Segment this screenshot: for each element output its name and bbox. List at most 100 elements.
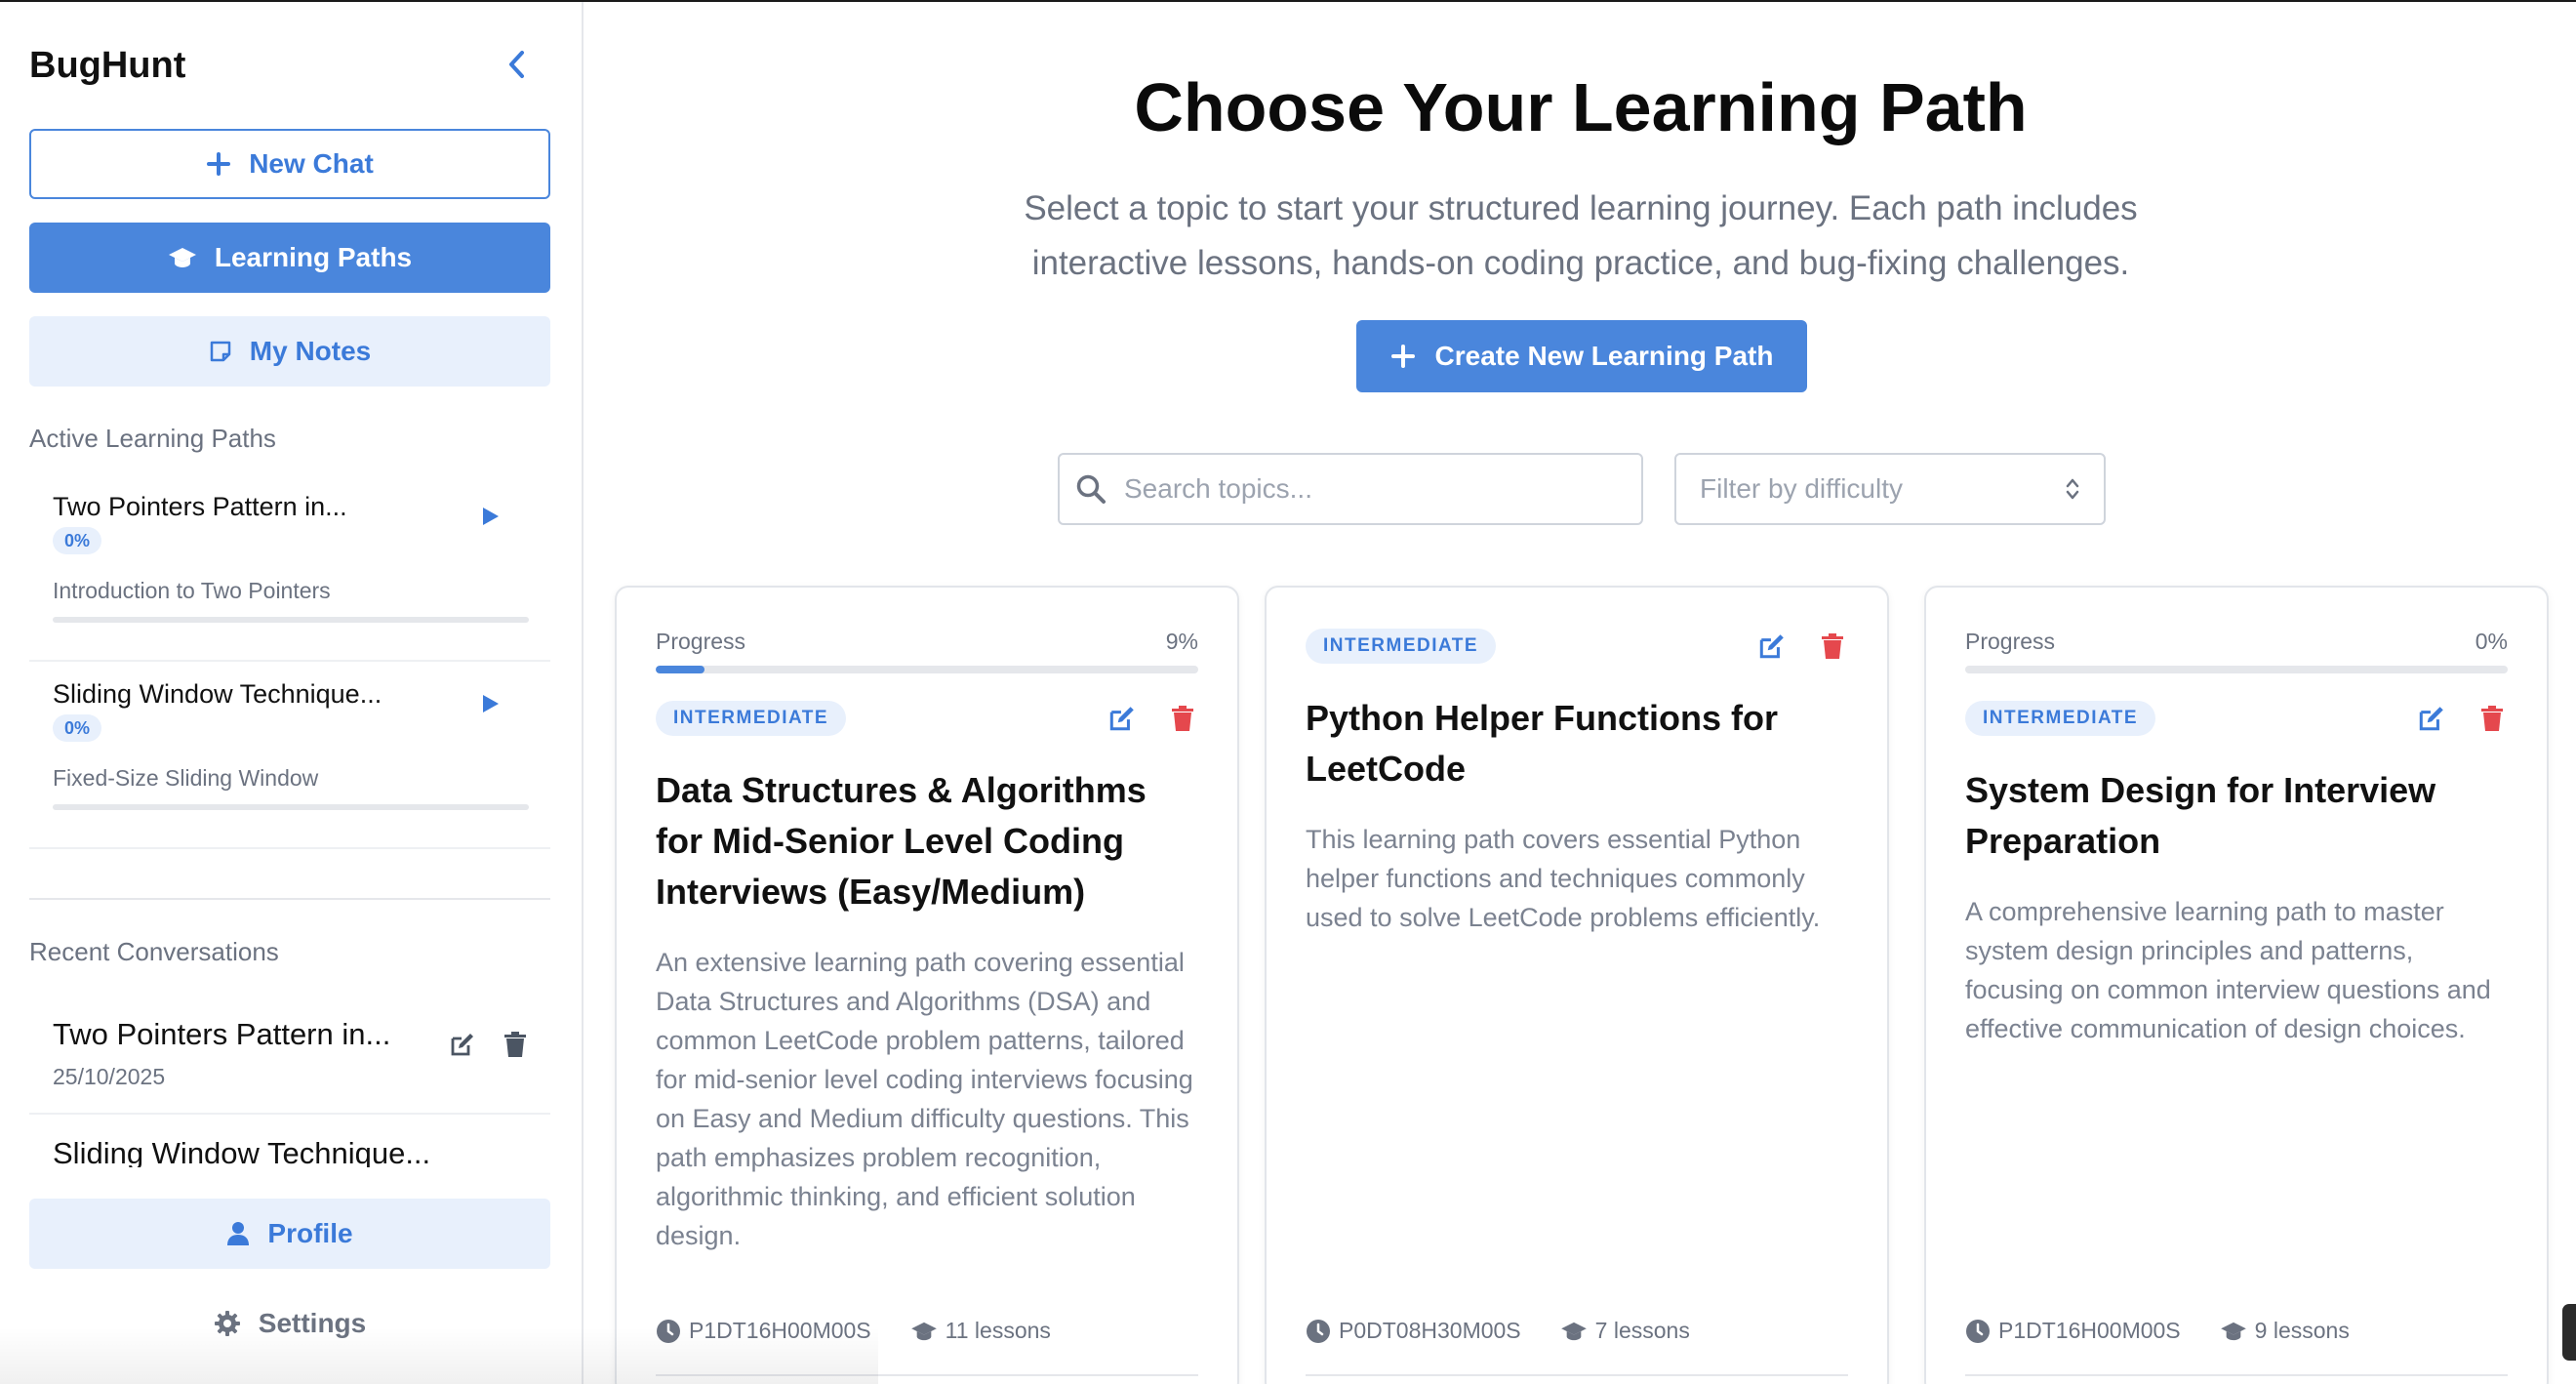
new-chat-button[interactable]: New Chat xyxy=(29,129,550,199)
main-content: Choose Your Learning Path Select a topic… xyxy=(585,2,2576,1384)
conversation-item[interactable]: Two Pointers Pattern in... 25/10/2025 xyxy=(29,996,550,1115)
active-path-progress-badge: 0% xyxy=(53,527,102,554)
my-notes-label: My Notes xyxy=(249,336,372,366)
card-divider xyxy=(1306,1374,1848,1376)
difficulty-badge: INTERMEDIATE xyxy=(1965,701,2156,736)
plus-icon xyxy=(207,152,231,176)
progress-value: 9% xyxy=(1165,629,1198,654)
active-path-item[interactable]: Sliding Window Technique... 0% Fixed-Siz… xyxy=(29,662,550,849)
delete-conversation-button[interactable] xyxy=(500,1029,531,1060)
active-path-progress-bar xyxy=(53,617,529,623)
delete-path-button[interactable] xyxy=(1167,703,1198,734)
learning-paths-label: Learning Paths xyxy=(214,242,413,272)
active-path-title: Sliding Window Technique... xyxy=(53,679,382,709)
app-brand: BugHunt xyxy=(29,45,186,86)
rename-conversation-button[interactable] xyxy=(447,1029,478,1060)
learning-path-card[interactable]: Progress 0% INTERMEDIATE System Design f… xyxy=(1924,586,2549,1384)
learning-path-card[interactable]: INTERMEDIATE Python Helper Functions for… xyxy=(1265,586,1889,1384)
new-chat-label: New Chat xyxy=(249,148,374,179)
active-path-item[interactable]: Two Pointers Pattern in... 0% Introducti… xyxy=(29,474,550,662)
card-title: Python Helper Functions for LeetCode xyxy=(1306,698,1779,789)
collapse-sidebar-button[interactable] xyxy=(500,47,535,82)
card-duration: P1DT16H00M00S xyxy=(1965,1318,2181,1344)
graduation-cap-icon xyxy=(1560,1322,1587,1340)
graduation-cap-icon xyxy=(168,248,196,267)
page-subtitle: Select a topic to start your structured … xyxy=(1024,189,2138,282)
edit-icon xyxy=(1759,634,1784,659)
edit-icon xyxy=(2419,707,2443,731)
active-paths-heading: Active Learning Paths xyxy=(29,424,276,453)
settings-label: Settings xyxy=(258,1308,367,1338)
edit-path-button[interactable] xyxy=(2416,703,2447,734)
active-path-progress-badge: 0% xyxy=(53,714,102,742)
profile-button[interactable]: Profile xyxy=(29,1199,550,1269)
note-icon xyxy=(210,341,231,362)
create-learning-path-button[interactable]: Create New Learning Path xyxy=(1356,320,1807,392)
edit-path-button[interactable] xyxy=(1107,703,1138,734)
clock-icon xyxy=(1966,1319,1990,1343)
edit-icon xyxy=(1109,707,1134,731)
learning-paths-button[interactable]: Learning Paths xyxy=(29,223,550,293)
progress-bar xyxy=(1965,666,2508,673)
conversation-date: 25/10/2025 xyxy=(53,1064,166,1089)
difficulty-badge: INTERMEDIATE xyxy=(1306,629,1497,664)
card-progress-row: Progress 0% xyxy=(1965,629,2508,655)
active-path-progress-bar xyxy=(53,804,529,810)
progress-value: 0% xyxy=(2475,629,2508,654)
difficulty-filter-placeholder: Filter by difficulty xyxy=(1700,473,1903,504)
trash-icon xyxy=(1822,633,1843,659)
learning-path-card[interactable]: Progress 9% INTERMEDIATE Data Structures… xyxy=(615,586,1239,1384)
card-lessons-text: 9 lessons xyxy=(2254,1318,2350,1343)
create-learning-path-label: Create New Learning Path xyxy=(1434,341,1774,371)
progress-bar xyxy=(656,666,1198,673)
difficulty-badge: INTERMEDIATE xyxy=(656,701,847,736)
card-description: This learning path covers essential Pyth… xyxy=(1306,825,1821,932)
card-description: An extensive learning path covering esse… xyxy=(656,948,1193,1250)
clock-icon xyxy=(1307,1319,1330,1343)
card-duration-text: P0DT08H30M00S xyxy=(1339,1318,1521,1343)
graduation-cap-icon xyxy=(2220,1322,2246,1340)
card-duration-text: P1DT16H00M00S xyxy=(689,1318,871,1343)
progress-label: Progress xyxy=(656,629,746,654)
search-icon xyxy=(1076,474,1106,504)
my-notes-button[interactable]: My Notes xyxy=(29,316,550,387)
play-icon xyxy=(483,508,499,525)
active-path-current-lesson: Introduction to Two Pointers xyxy=(53,578,331,603)
progress-label: Progress xyxy=(1965,629,2056,654)
gear-icon xyxy=(214,1311,240,1336)
card-duration: P0DT08H30M00S xyxy=(1306,1318,1521,1344)
search-box[interactable] xyxy=(1058,453,1643,525)
card-title: Data Structures & Algorithms for Mid-Sen… xyxy=(656,770,1147,912)
graduation-cap-icon xyxy=(910,1322,937,1340)
continue-path-button[interactable] xyxy=(476,502,505,531)
play-icon xyxy=(483,695,499,712)
conversation-list[interactable]: Two Pointers Pattern in... 25/10/2025 Sl… xyxy=(0,996,584,1167)
continue-path-button[interactable] xyxy=(476,689,505,718)
conversation-item[interactable]: Sliding Window Technique... xyxy=(29,1115,550,1167)
sidebar-divider xyxy=(29,898,550,900)
recent-conversations-heading: Recent Conversations xyxy=(29,937,279,966)
card-description: A comprehensive learning path to master … xyxy=(1965,897,2491,1043)
difficulty-filter-select[interactable]: Filter by difficulty xyxy=(1674,453,2106,525)
scrollbar-handle[interactable] xyxy=(2562,1304,2576,1361)
active-path-current-lesson: Fixed-Size Sliding Window xyxy=(53,765,319,791)
card-lessons: 11 lessons xyxy=(910,1318,1051,1344)
chevron-left-icon xyxy=(509,51,524,78)
card-divider xyxy=(1965,1374,2508,1376)
trash-icon xyxy=(2481,706,2503,731)
edit-path-button[interactable] xyxy=(1756,631,1788,662)
card-duration-text: P1DT16H00M00S xyxy=(1998,1318,2181,1343)
card-lessons: 7 lessons xyxy=(1560,1318,1690,1344)
page-title: Choose Your Learning Path xyxy=(1134,69,2028,145)
clock-icon xyxy=(657,1319,680,1343)
card-lessons: 9 lessons xyxy=(2220,1318,2350,1344)
delete-path-button[interactable] xyxy=(1817,631,1848,662)
conversation-title: Two Pointers Pattern in... xyxy=(53,1017,391,1051)
settings-button[interactable]: Settings xyxy=(29,1288,550,1359)
edit-icon xyxy=(451,1034,473,1056)
delete-path-button[interactable] xyxy=(2476,703,2508,734)
search-input[interactable] xyxy=(1124,473,1612,505)
card-divider xyxy=(656,1374,1198,1376)
profile-label: Profile xyxy=(267,1218,353,1248)
card-lessons-text: 11 lessons xyxy=(945,1318,1051,1343)
